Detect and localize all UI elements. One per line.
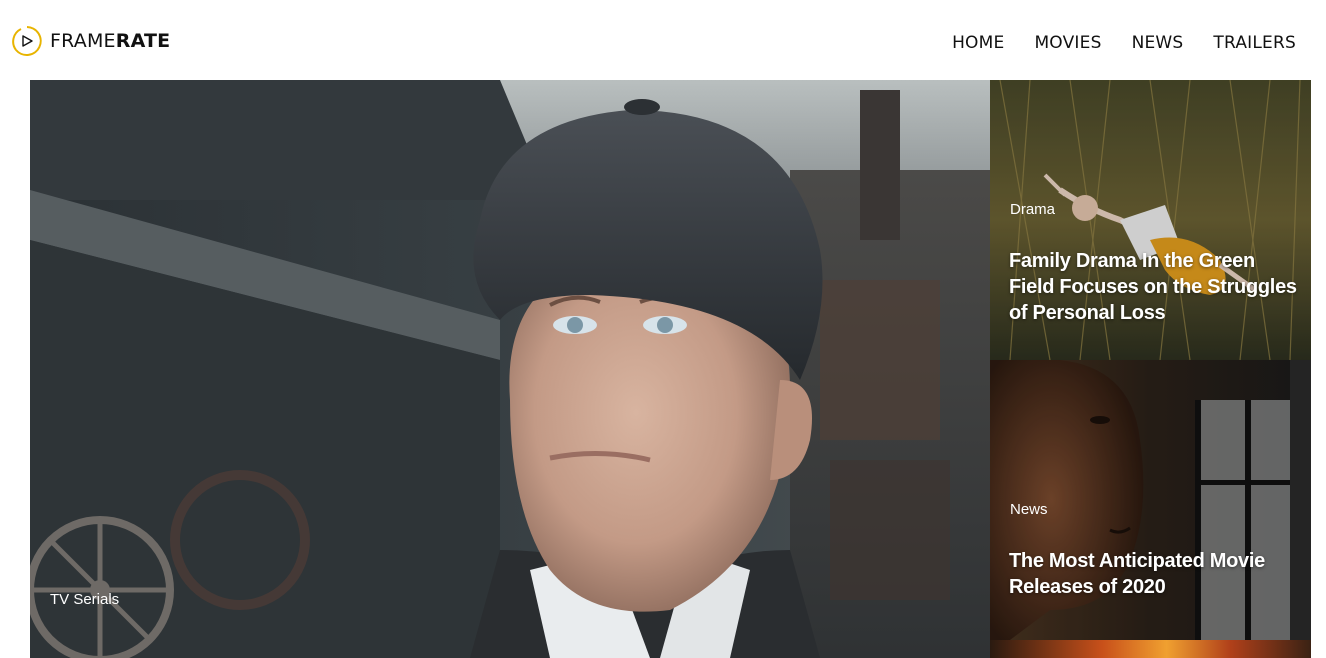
- nav-news[interactable]: NEWS: [1132, 33, 1184, 53]
- site-header: FRAMERATE HOME MOVIES NEWS TRAILERS: [0, 0, 1326, 80]
- main-nav: HOME MOVIES NEWS TRAILERS: [952, 33, 1296, 53]
- card-title-link[interactable]: Family Drama In the Green Field Focuses …: [1009, 248, 1299, 326]
- hero-image: [30, 80, 990, 658]
- side-card-drama[interactable]: Drama Family Drama In the Green Field Fo…: [990, 80, 1311, 360]
- card-title-link[interactable]: The Most Anticipated Movie Releases of 2…: [1009, 548, 1299, 600]
- side-card-news[interactable]: News The Most Anticipated Movie Releases…: [990, 360, 1311, 640]
- play-circle-icon: [12, 26, 42, 56]
- hero-category-link[interactable]: TV Serials: [50, 591, 119, 608]
- site-logo[interactable]: FRAMERATE: [12, 22, 170, 60]
- card-category-link[interactable]: News: [1010, 501, 1048, 518]
- side-card-partial[interactable]: [990, 640, 1311, 658]
- logo-text: FRAMERATE: [50, 30, 171, 52]
- hero-feature[interactable]: TV Serials: [30, 80, 990, 658]
- card-category-link[interactable]: Drama: [1010, 201, 1055, 218]
- nav-home[interactable]: HOME: [952, 33, 1004, 53]
- card-image-partial: [990, 640, 1311, 658]
- nav-trailers[interactable]: TRAILERS: [1213, 33, 1296, 53]
- nav-movies[interactable]: MOVIES: [1034, 33, 1101, 53]
